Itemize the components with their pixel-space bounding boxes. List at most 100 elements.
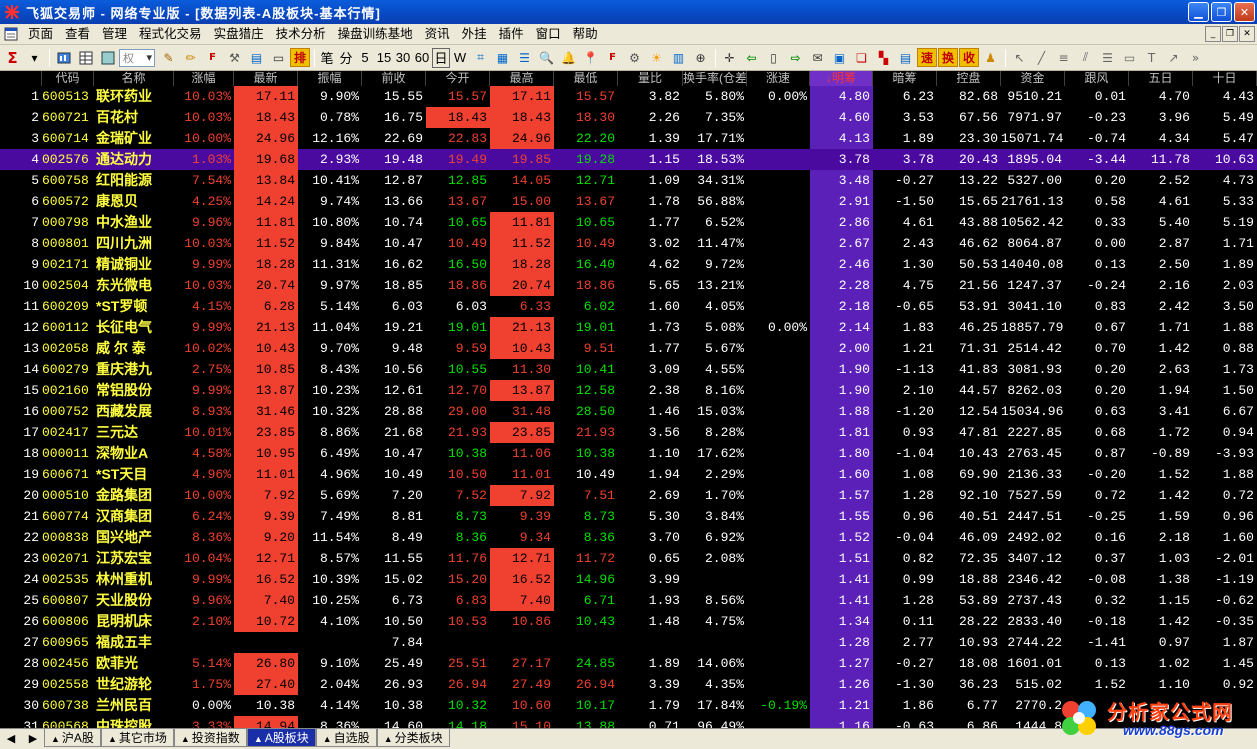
speed-button[interactable]: 速 xyxy=(917,48,937,67)
window-icon[interactable]: ▭ xyxy=(268,48,289,68)
period-30[interactable]: 30 xyxy=(394,48,412,68)
table-row[interactable]: 17 002417 三元达 10.01% 23.85 8.86% 21.68 21.93 23.… xyxy=(0,422,1257,443)
table-row[interactable]: 28 002456 欧菲光 5.14% 26.80 9.10% 25.49 25.51 27.1… xyxy=(0,653,1257,674)
table-row[interactable]: 5 600758 红阳能源 7.54% 13.84 10.41% 12.87 12.85 14.… xyxy=(0,170,1257,191)
more-icon[interactable]: » xyxy=(1185,48,1206,68)
header-vr[interactable]: 量比 xyxy=(618,71,683,86)
menu-manage[interactable]: 管理 xyxy=(96,25,133,44)
table-row[interactable]: 7 000798 中水渔业 9.96% 11.81 10.80% 10.74 10.65 11.… xyxy=(0,212,1257,233)
arrow-draw-icon[interactable]: ↗ xyxy=(1163,48,1184,68)
header-d5[interactable]: 五日 xyxy=(1129,71,1193,86)
period-15[interactable]: 15 xyxy=(375,48,393,68)
table-row[interactable]: 25 600807 天业股份 9.96% 7.40 10.25% 6.73 6.83 7.40 6… xyxy=(0,590,1257,611)
layout-icon[interactable]: ▦ xyxy=(492,48,513,68)
header-code[interactable]: 代码 xyxy=(42,71,94,86)
header-amp[interactable]: 振幅 xyxy=(298,71,362,86)
document-menu-icon[interactable] xyxy=(0,25,22,44)
menu-live-hunting[interactable]: 实盘猎庄 xyxy=(208,25,270,44)
minimize-icon[interactable]: ▁ xyxy=(1188,2,1209,22)
table-row[interactable]: 29 002558 世纪游轮 1.75% 27.40 2.04% 26.93 26.94 27.… xyxy=(0,674,1257,695)
table-icon[interactable] xyxy=(97,48,118,68)
header-idx[interactable] xyxy=(0,71,42,86)
blocks-icon[interactable]: ▚ xyxy=(873,48,894,68)
mdi-minimize-icon[interactable]: _ xyxy=(1205,26,1221,42)
header-d10[interactable]: 十日 xyxy=(1193,71,1257,86)
header-chg[interactable]: 涨幅 xyxy=(174,71,234,86)
channel-icon[interactable]: ⫽ xyxy=(1075,48,1096,68)
table-row[interactable]: 1 600513 联环药业 10.03% 17.11 9.90% 15.55 15.57 17.… xyxy=(0,86,1257,107)
table-row[interactable]: 4 002576 通达动力 1.03% 19.68 2.93% 19.48 19.49 19.8… xyxy=(0,149,1257,170)
grid-tool-icon[interactable] xyxy=(75,48,96,68)
table-row[interactable]: 13 002058 威 尔 泰 10.02% 10.43 9.70% 9.48 9.59 10.… xyxy=(0,338,1257,359)
header-prev[interactable]: 前收 xyxy=(362,71,426,86)
header-ac[interactable]: 暗筹 xyxy=(873,71,937,86)
table-row[interactable]: 30 600738 兰州民百 0.00% 10.38 4.14% 10.38 10.32 10.… xyxy=(0,695,1257,716)
table-row[interactable]: 2 600721 百花村 10.03% 18.43 0.78% 16.75 18.43 18.4… xyxy=(0,107,1257,128)
table-row[interactable]: 6 600572 康恩贝 4.25% 14.24 9.74% 13.66 13.67 15.00… xyxy=(0,191,1257,212)
line-draw-icon[interactable]: ╱ xyxy=(1031,48,1052,68)
table-row[interactable]: 16 000752 西藏发展 8.93% 31.46 10.32% 28.88 29.00 31… xyxy=(0,401,1257,422)
tab-market-2[interactable]: ▲ 投资指数 xyxy=(173,729,247,747)
table-row[interactable]: 22 000838 国兴地产 8.36% 9.20 11.54% 8.49 8.36 9.34 8… xyxy=(0,527,1257,548)
hline-icon[interactable]: ≡ xyxy=(1053,48,1074,68)
bell-icon[interactable]: 🔔 xyxy=(558,48,579,68)
period-day[interactable]: 日 xyxy=(432,47,450,68)
menu-news[interactable]: 资讯 xyxy=(419,25,456,44)
mail-icon[interactable]: ✉ xyxy=(807,48,828,68)
menu-training-base[interactable]: 操盘训练基地 xyxy=(332,25,419,44)
header-spd[interactable]: 涨速 xyxy=(747,71,810,86)
table-row[interactable]: 8 000801 四川九洲 10.03% 11.52 9.84% 10.47 10.49 11.… xyxy=(0,233,1257,254)
period-5[interactable]: 5 xyxy=(356,48,374,68)
page-icon[interactable]: ▯ xyxy=(763,48,784,68)
table-row[interactable]: 12 600112 长征电气 9.99% 21.13 11.04% 19.21 19.01 21… xyxy=(0,317,1257,338)
arrow-left-icon[interactable]: ⇦ xyxy=(741,48,762,68)
tab-scroll-right-icon[interactable]: ▶ xyxy=(22,729,44,747)
period-tick[interactable]: 笔 xyxy=(318,48,336,68)
header-low[interactable]: 最低 xyxy=(554,71,618,86)
person-icon[interactable]: ♟ xyxy=(980,48,1001,68)
tab-market-0[interactable]: ▲ 沪A股 xyxy=(44,729,101,747)
crosshair-icon[interactable]: ✛ xyxy=(719,48,740,68)
header-last[interactable]: 最新 xyxy=(234,71,298,86)
weight-select[interactable]: 权 xyxy=(119,48,155,67)
header-name[interactable]: 名称 xyxy=(94,71,174,86)
table-row[interactable]: 15 002160 常铝股份 9.99% 13.87 10.23% 12.61 12.70 13… xyxy=(0,380,1257,401)
maximize-icon[interactable]: ❐ xyxy=(1211,2,1232,22)
text-draw-icon[interactable]: T xyxy=(1141,48,1162,68)
menu-programmed-trading[interactable]: 程式化交易 xyxy=(133,25,208,44)
table-row[interactable]: 3 600714 金瑞矿业 10.00% 24.96 12.16% 22.69 22.83 24… xyxy=(0,128,1257,149)
table-row[interactable]: 31 600568 中珠控股 3.33% 14.94 8.36% 14.60 14.18 15.… xyxy=(0,716,1257,728)
fib-icon[interactable]: ☰ xyxy=(1097,48,1118,68)
period-60[interactable]: 60 xyxy=(413,48,431,68)
rect-draw-icon[interactable]: ▭ xyxy=(1119,48,1140,68)
arrow-right-icon[interactable]: ⇨ xyxy=(785,48,806,68)
table-row[interactable]: 19 600671 *ST天目 4.96% 11.01 4.96% 10.49 10.50 11… xyxy=(0,464,1257,485)
menu-external[interactable]: 外挂 xyxy=(456,25,493,44)
image-icon[interactable]: ▣ xyxy=(829,48,850,68)
list-icon[interactable]: ☰ xyxy=(514,48,535,68)
dropdown-arrow-icon[interactable]: ▾ xyxy=(24,48,45,68)
cursor-icon[interactable]: ↖ xyxy=(1009,48,1030,68)
tab-market-4[interactable]: ▲ 自选股 xyxy=(315,729,377,747)
mdi-close-icon[interactable]: ✕ xyxy=(1239,26,1255,42)
table-row[interactable]: 9 002171 精诚铜业 9.99% 18.28 11.31% 16.62 16.50 18.… xyxy=(0,254,1257,275)
period-week[interactable]: W xyxy=(451,48,469,68)
pen-icon[interactable]: ✎ xyxy=(158,48,179,68)
menu-plugins[interactable]: 插件 xyxy=(493,25,530,44)
sort-button[interactable]: 排 xyxy=(290,48,310,67)
header-fund[interactable]: 资金 xyxy=(1001,71,1065,86)
f10-icon[interactable]: F xyxy=(202,48,223,68)
tab-market-5[interactable]: ▲ 分类板块 xyxy=(376,729,450,747)
close-icon[interactable]: ✕ xyxy=(1234,2,1255,22)
table-row[interactable]: 20 000510 金路集团 10.00% 7.92 5.69% 7.20 7.52 7.92 7… xyxy=(0,485,1257,506)
menu-window[interactable]: 窗口 xyxy=(530,25,567,44)
mdi-restore-icon[interactable]: ❐ xyxy=(1222,26,1238,42)
collect-button[interactable]: 收 xyxy=(959,48,979,67)
compare-icon[interactable]: ▤ xyxy=(246,48,267,68)
zoom-icon[interactable]: ⊕ xyxy=(690,48,711,68)
candlestick-icon[interactable]: ⌗ xyxy=(470,48,491,68)
table-row[interactable]: 23 002071 江苏宏宝 10.04% 12.71 8.57% 11.55 11.76 12… xyxy=(0,548,1257,569)
tools-icon[interactable]: ⚒ xyxy=(224,48,245,68)
table-row[interactable]: 14 600279 重庆港九 2.75% 10.85 8.43% 10.56 10.55 11.… xyxy=(0,359,1257,380)
swap-button[interactable]: 换 xyxy=(938,48,958,67)
